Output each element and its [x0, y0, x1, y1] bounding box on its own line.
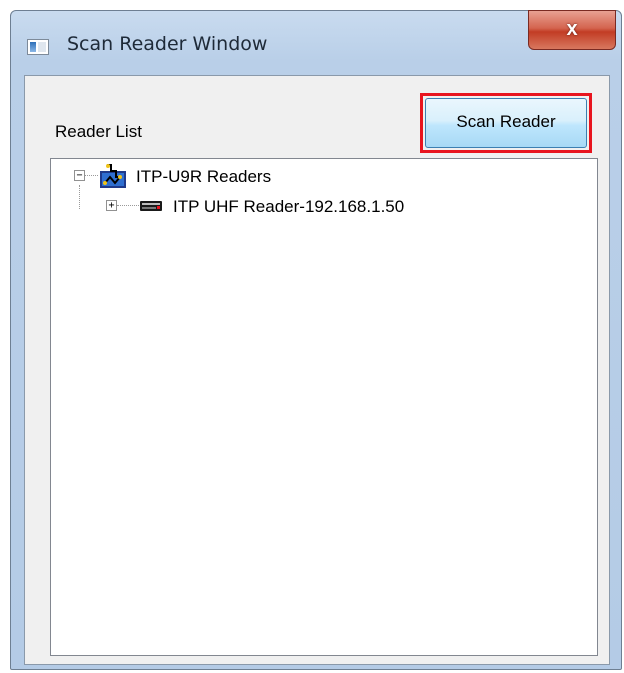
title-bar[interactable]: Scan Reader Window x: [11, 10, 621, 75]
scan-reader-button[interactable]: Scan Reader: [425, 98, 587, 148]
window-app-icon: [27, 39, 49, 55]
window-client-area: Reader List Scan Reader − ITP-U9R Reader…: [24, 75, 610, 665]
reader-list-label: Reader List: [55, 122, 142, 141]
close-button[interactable]: x: [528, 10, 616, 50]
tree-reader-label[interactable]: ITP UHF Reader-192.168.1.50: [173, 197, 404, 217]
network-readers-icon: [99, 163, 127, 189]
rfid-reader-icon: [140, 201, 162, 211]
tree-connector: [117, 205, 139, 206]
reader-tree-view[interactable]: − ITP-U9R Readers + ITP UHF Reader-192.1…: [50, 158, 598, 656]
tree-root-label[interactable]: ITP-U9R Readers: [136, 167, 271, 187]
window-title: Scan Reader Window: [67, 33, 268, 55]
tree-connector: [85, 175, 98, 176]
reader-expand-toggle[interactable]: +: [106, 200, 117, 211]
scan-reader-window: Scan Reader Window x Reader List Scan Re…: [10, 10, 622, 670]
root-collapse-toggle[interactable]: −: [74, 170, 85, 181]
tree-connector: [79, 185, 80, 209]
